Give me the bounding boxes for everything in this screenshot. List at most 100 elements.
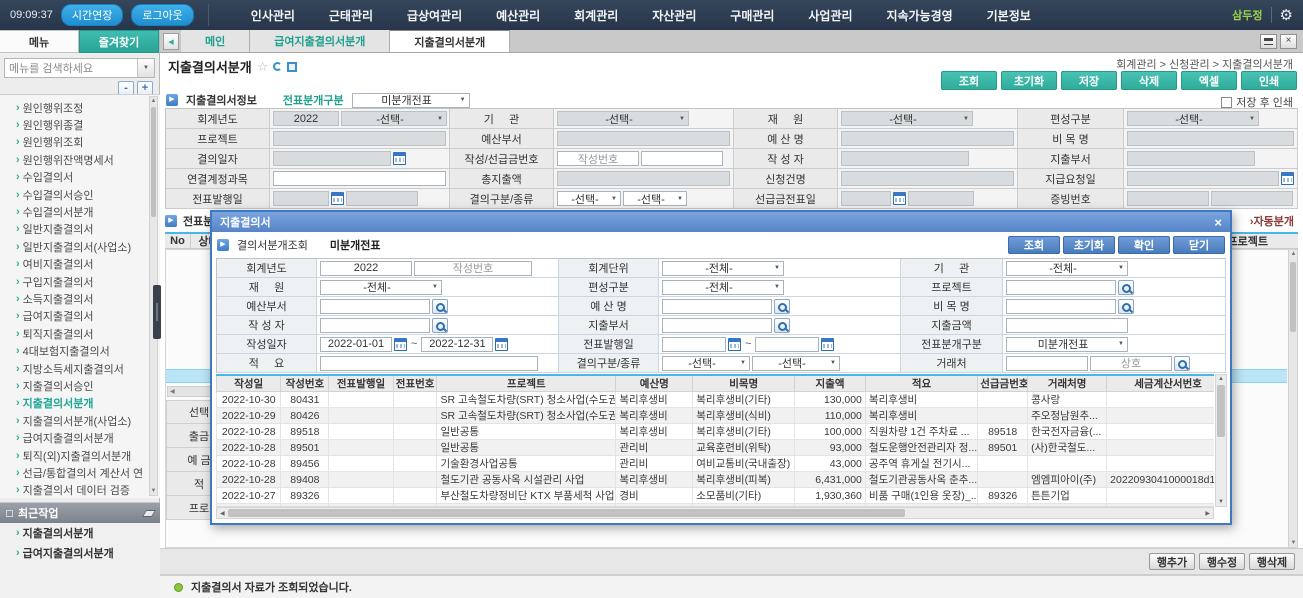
extend-session-button[interactable]: 시간연장	[61, 4, 123, 26]
select-field[interactable]: -전체-▼	[1006, 261, 1128, 276]
row-action-button[interactable]: 행삭제	[1249, 553, 1295, 570]
scroll-down-icon[interactable]: ▼	[1216, 499, 1226, 505]
input-field[interactable]	[320, 356, 538, 371]
scroll-up-icon[interactable]: ▲	[1216, 376, 1226, 382]
input-field[interactable]	[320, 299, 430, 314]
sidebar-item[interactable]: ›지출결의서분개(사업소)	[0, 412, 160, 429]
tab-list-icon[interactable]	[1260, 34, 1277, 49]
search-icon[interactable]	[432, 318, 448, 333]
scrollbar-thumb[interactable]	[1290, 262, 1296, 332]
gear-icon[interactable]: ⚙	[1280, 8, 1293, 23]
sidebar-item[interactable]: ›원인행위종결	[0, 116, 160, 133]
input-field[interactable]	[320, 318, 430, 333]
tab-scroll-left-icon[interactable]: ◀	[163, 33, 179, 50]
select-field[interactable]: -선택-▼	[662, 356, 750, 371]
calendar-icon[interactable]	[893, 192, 906, 205]
close-icon[interactable]: ×	[1214, 216, 1222, 229]
input-field[interactable]: 작성번호	[557, 151, 639, 166]
select-field[interactable]: -전체-▼	[320, 280, 442, 295]
toolbar-button[interactable]: 엑셀	[1181, 71, 1237, 90]
sidebar-item[interactable]: ›지출결의서분개	[0, 395, 160, 412]
logout-button[interactable]: 로그아웃	[131, 4, 193, 26]
scroll-up-icon[interactable]: ▲	[150, 98, 157, 104]
favorite-star-icon[interactable]: ☆	[257, 59, 269, 75]
eraser-icon[interactable]	[142, 510, 156, 517]
table-row[interactable]: 2022-10-2889501일반공통관리비교육훈련비(위탁)93,000철도운…	[217, 440, 1215, 456]
sidebar-item[interactable]: ›원인행위잔액명세서	[0, 151, 160, 168]
sidebar-item[interactable]: ›지방소득세지출결의서	[0, 360, 160, 377]
search-icon[interactable]	[432, 299, 448, 314]
toolbar-button[interactable]: 삭제	[1121, 71, 1177, 90]
scroll-down-icon[interactable]: ▼	[1289, 540, 1298, 546]
column-header[interactable]: No	[165, 234, 191, 248]
table-row[interactable]: 2022-10-2889408철도기관 공동사옥 시설관리 사업복리후생비복리후…	[217, 472, 1215, 488]
sidebar-item[interactable]: ›퇴직(외)지출결의서분개	[0, 447, 160, 464]
dialog-vertical-scrollbar[interactable]: ▲ ▼	[1215, 374, 1227, 507]
toolbar-button[interactable]: 저장	[1061, 71, 1117, 90]
column-header[interactable]: 작성일	[217, 375, 281, 392]
column-header[interactable]: 비목명	[693, 375, 795, 392]
toolbar-button[interactable]: 조회	[941, 71, 997, 90]
sidebar-item[interactable]: ›급여지출결의서	[0, 308, 160, 325]
close-tab-icon[interactable]: ×	[1280, 34, 1297, 49]
search-icon[interactable]	[774, 299, 790, 314]
input-field[interactable]	[273, 171, 446, 186]
top-menu-item[interactable]: 근태관리	[329, 7, 373, 24]
table-row[interactable]: 2022-10-2980426SR 고속철도차량(SRT) 청소사업(수도권)복…	[217, 408, 1215, 424]
refresh-icon[interactable]	[273, 62, 282, 71]
sidebar-item[interactable]: ›수입결의서승인	[0, 186, 160, 203]
recent-work-item[interactable]: ›지출결의서분개	[0, 523, 160, 543]
input-field[interactable]	[641, 151, 723, 166]
input-field[interactable]: 2022	[320, 261, 412, 276]
column-header[interactable]: 예산명	[616, 375, 693, 392]
table-row[interactable]: 2022-10-2889456기술환경사업공통관리비여비교통비(국내출장)43,…	[217, 456, 1215, 472]
column-header[interactable]: 프로젝트	[1228, 233, 1268, 249]
column-header[interactable]: 지출액	[795, 375, 866, 392]
calendar-icon[interactable]	[821, 338, 834, 351]
top-menu-item[interactable]: 급상여관리	[407, 7, 462, 24]
top-menu-item[interactable]: 예산관리	[496, 7, 540, 24]
table-row[interactable]: 2022-10-2789326부산철도차량정비단 KTX 부품세척 사업경비소모…	[217, 488, 1215, 504]
calendar-icon[interactable]	[728, 338, 741, 351]
menu-search-input[interactable]: 메뉴를 검색하세요 ▼	[4, 58, 155, 78]
input-field[interactable]	[662, 299, 772, 314]
scroll-down-icon[interactable]: ▼	[150, 488, 157, 494]
column-header[interactable]: 작성번호	[281, 375, 329, 392]
scrollbar-thumb[interactable]	[228, 509, 905, 517]
sidebar-tab-favorites[interactable]: 즐겨찾기	[79, 30, 159, 53]
input-field[interactable]	[1006, 280, 1116, 295]
sidebar-item[interactable]: ›일반지출결의서	[0, 221, 160, 238]
row-action-button[interactable]: 행수정	[1199, 553, 1245, 570]
toolbar-button[interactable]: 인쇄	[1241, 71, 1297, 90]
column-header[interactable]: 프로젝트	[437, 375, 616, 392]
sidebar-item[interactable]: ›4대보험지출결의서	[0, 342, 160, 359]
input-field[interactable]	[662, 337, 726, 352]
scroll-right-icon[interactable]: ▶	[1202, 510, 1213, 517]
tab-item[interactable]: 급여지출결의서분개	[250, 30, 390, 52]
top-menu-item[interactable]: 구매관리	[730, 7, 774, 24]
input-field[interactable]	[755, 337, 819, 352]
calendar-icon[interactable]	[394, 338, 407, 351]
select-field[interactable]: -전체-▼	[662, 261, 784, 276]
column-header[interactable]: 전표번호	[393, 375, 437, 392]
scroll-up-icon[interactable]: ▲	[1289, 251, 1298, 257]
sidebar-item[interactable]: ›수입결의서분개	[0, 203, 160, 220]
sidebar-item[interactable]: ›급여지출결의서분개	[0, 429, 160, 446]
dialog-button[interactable]: 조회	[1008, 236, 1060, 254]
tab-item[interactable]: 지출결의서분개	[390, 30, 510, 52]
select-field[interactable]: 미분개전표▼	[1006, 337, 1128, 352]
dialog-button[interactable]: 닫기	[1173, 236, 1225, 254]
scroll-left-icon[interactable]: ◀	[168, 388, 177, 395]
top-menu-item[interactable]: 인사관리	[251, 7, 295, 24]
username[interactable]: 삼두정	[1232, 7, 1262, 23]
print-after-save-checkbox[interactable]	[1221, 97, 1232, 108]
scroll-left-icon[interactable]: ◀	[217, 510, 228, 517]
column-header[interactable]: 전표발행일	[329, 375, 393, 392]
calendar-icon[interactable]	[331, 192, 344, 205]
sidebar-item[interactable]: ›선급/통합결의서 계산서 연	[0, 464, 160, 481]
sidebar-item[interactable]: ›원인행위조정	[0, 99, 160, 116]
column-header[interactable]: 거래처명	[1028, 375, 1107, 392]
row-action-button[interactable]: 행추가	[1149, 553, 1195, 570]
select-field[interactable]: -전체-▼	[662, 280, 784, 295]
sidebar-tab-menu[interactable]: 메뉴	[0, 30, 79, 53]
